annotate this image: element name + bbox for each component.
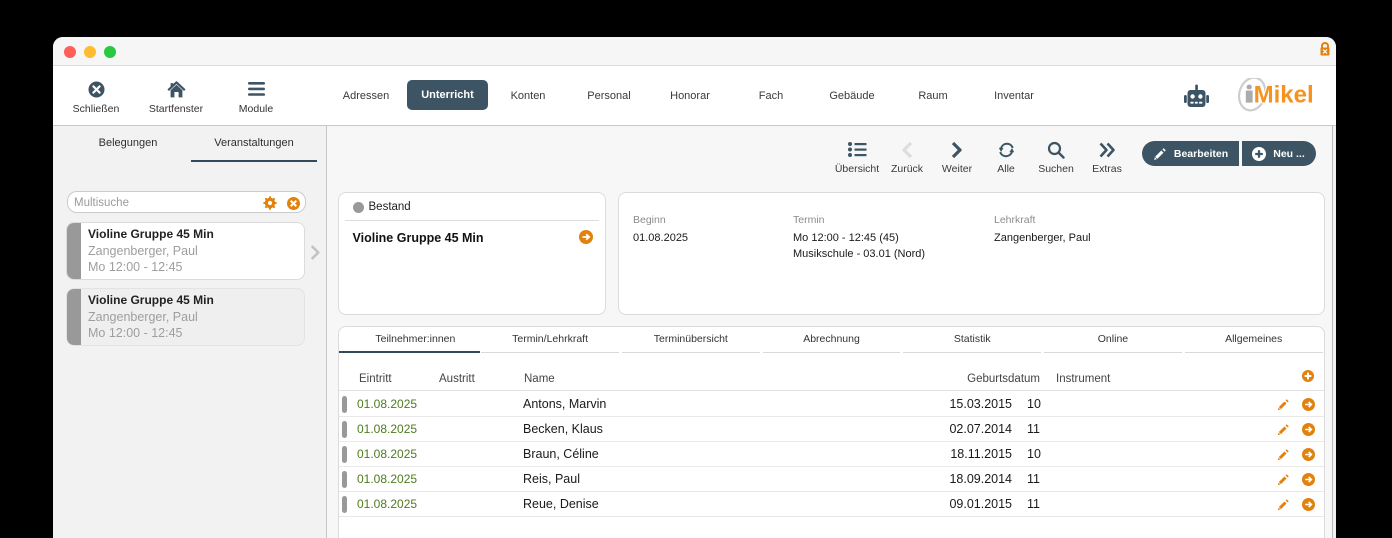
svg-text:Mikel: Mikel [1254,82,1314,109]
